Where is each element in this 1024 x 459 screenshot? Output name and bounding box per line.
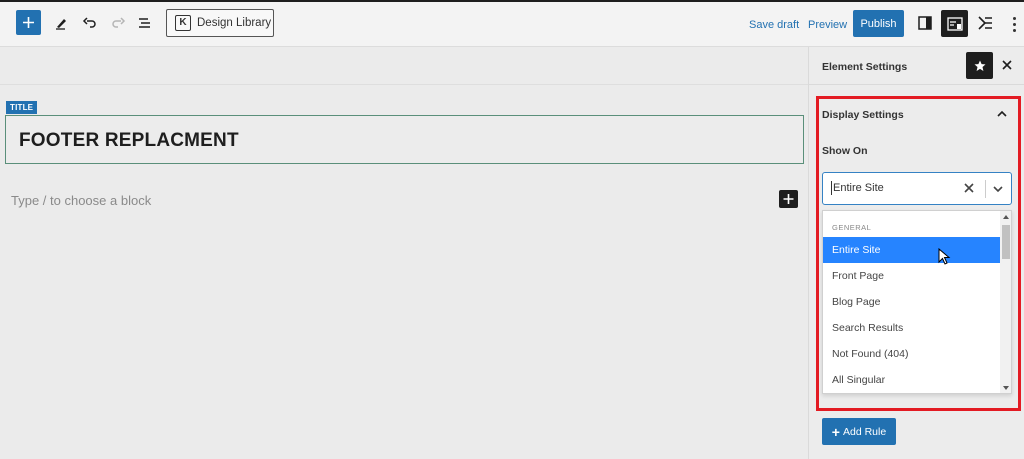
- option-front-page[interactable]: Front Page: [823, 263, 1000, 289]
- undo-icon: [82, 17, 96, 28]
- kadence-controls-button[interactable]: [941, 10, 968, 37]
- chevron-up-icon[interactable]: [996, 108, 1008, 120]
- title-block-tag: TITLE: [6, 101, 38, 114]
- dropdown-scrollbar[interactable]: [1000, 211, 1011, 393]
- block-placeholder[interactable]: Type / to choose a block: [11, 193, 151, 208]
- tools-button[interactable]: [974, 12, 996, 34]
- list-view-button[interactable]: [134, 12, 156, 34]
- display-settings-title[interactable]: Display Settings: [822, 109, 904, 121]
- publish-button[interactable]: Publish: [853, 10, 904, 37]
- more-icon: [1012, 16, 1016, 20]
- tools-pen-button[interactable]: [50, 12, 72, 34]
- clear-icon[interactable]: [962, 181, 976, 195]
- show-on-select[interactable]: Entire Site: [822, 172, 1012, 205]
- option-search-results[interactable]: Search Results: [823, 315, 1000, 341]
- tools-icon: [978, 16, 992, 30]
- show-on-dropdown-menu: GENERAL Entire Site Front Page Blog Page…: [822, 210, 1012, 394]
- editor-header-strip: [0, 47, 808, 85]
- design-library-button[interactable]: K Design Library: [166, 9, 274, 37]
- option-not-found[interactable]: Not Found (404): [823, 341, 1000, 367]
- add-block-button[interactable]: [16, 10, 41, 35]
- design-library-label: Design Library: [197, 17, 272, 29]
- show-on-selected-value: Entire Site: [833, 182, 884, 194]
- close-icon: [1002, 60, 1012, 70]
- undo-button[interactable]: [79, 12, 101, 34]
- scroll-thumb[interactable]: [1002, 225, 1010, 259]
- kadence-logo-icon: K: [175, 15, 191, 31]
- add-rule-button[interactable]: + Add Rule: [822, 418, 896, 445]
- chevron-down-icon[interactable]: [991, 182, 1005, 196]
- plus-icon: [23, 17, 34, 28]
- post-title[interactable]: FOOTER REPLACMENT: [19, 130, 239, 152]
- save-draft-button[interactable]: Save draft: [749, 19, 799, 31]
- preview-button[interactable]: Preview: [808, 19, 847, 31]
- text-caret: [831, 181, 832, 195]
- option-blog-page[interactable]: Blog Page: [823, 289, 1000, 315]
- redo-icon: [112, 17, 126, 28]
- editor-canvas: [0, 47, 808, 459]
- plus-icon: +: [831, 423, 840, 440]
- sidebar-title: Element Settings: [822, 61, 908, 73]
- sidebar-toggle-icon: [918, 16, 932, 30]
- pen-icon: [56, 19, 66, 30]
- add-rule-label: Add Rule: [842, 425, 887, 438]
- option-all-singular[interactable]: All Singular: [823, 367, 1000, 393]
- more-options-button[interactable]: [1010, 14, 1018, 34]
- select-divider: [985, 180, 986, 198]
- settings-sidebar-toggle[interactable]: [914, 12, 936, 34]
- scroll-up-icon[interactable]: [1003, 215, 1009, 219]
- cursor-icon: [938, 248, 951, 265]
- kadence-icon: [946, 16, 963, 31]
- inline-add-block-button[interactable]: [779, 190, 798, 208]
- redo-button[interactable]: [107, 12, 129, 34]
- plus-icon: [783, 194, 794, 204]
- dropdown-group-heading: GENERAL: [832, 223, 872, 232]
- title-block[interactable]: FOOTER REPLACMENT: [5, 115, 804, 164]
- option-entire-site[interactable]: Entire Site: [823, 237, 1000, 263]
- show-on-label: Show On: [822, 145, 868, 157]
- close-sidebar-button[interactable]: [1000, 56, 1014, 74]
- star-icon: [974, 60, 985, 71]
- scroll-down-icon[interactable]: [1003, 386, 1009, 390]
- star-button[interactable]: [966, 52, 993, 79]
- list-view-icon: [139, 18, 150, 28]
